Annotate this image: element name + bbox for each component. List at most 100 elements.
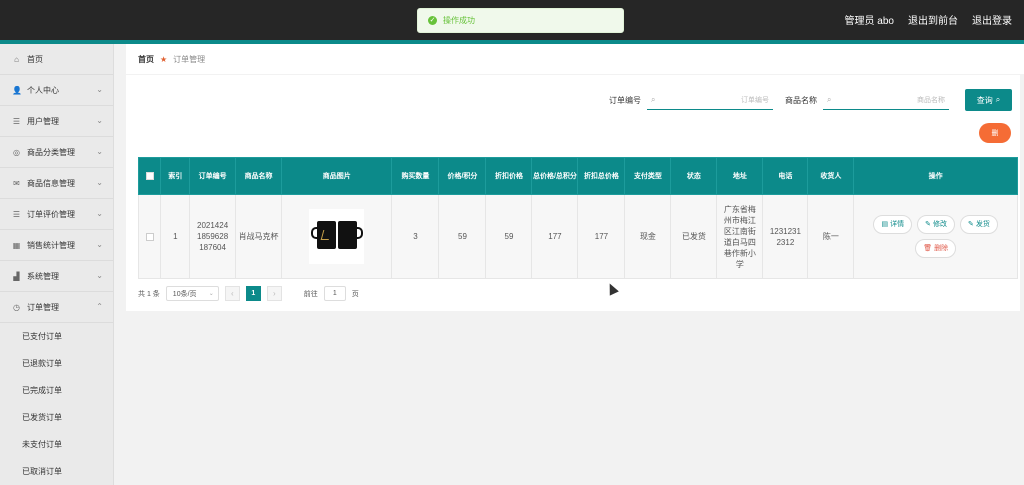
edit-button[interactable]: ✎ 修改 xyxy=(917,215,955,234)
cell-index: 1 xyxy=(160,194,191,279)
chevron-up-icon: ⌃ xyxy=(96,302,103,311)
search-row: 订单编号 ⌕ 订单编号 商品名称 ⌕ 商品名称 查询 ⌕ xyxy=(603,89,1012,111)
column-header: 收货人 xyxy=(807,157,855,195)
orders-table: 索引 订单编号 商品名称 商品图片 购买数量 价格/积分 折扣价格 总价格/总积… xyxy=(137,157,1018,279)
column-header: 订单编号 xyxy=(189,157,237,195)
toast-text: 操作成功 xyxy=(443,16,475,25)
detail-icon: ▤ xyxy=(881,221,889,228)
logout-link[interactable]: 退出登录 xyxy=(972,12,1012,27)
batch-delete-button[interactable]: 删 xyxy=(979,123,1011,143)
goto-page-input[interactable]: 1 xyxy=(323,286,346,301)
column-header: 支付类型 xyxy=(624,157,672,195)
column-header: 状态 xyxy=(670,157,718,195)
goods-name-placeholder: 商品名称 xyxy=(917,96,945,104)
column-header: 价格/积分 xyxy=(438,157,487,195)
users-icon: ☰ xyxy=(12,116,21,126)
page-size-value: 10条/页 xyxy=(172,290,197,298)
edit-label: 修改 xyxy=(932,221,947,228)
page-size-select[interactable]: 10条/页 ⌄ xyxy=(165,286,219,301)
mug-shape xyxy=(338,221,364,249)
home-icon: ⌂ xyxy=(14,54,19,64)
back-to-front-link[interactable]: 退出到前台 xyxy=(908,12,958,27)
mail-icon: ✉ xyxy=(13,178,20,188)
edit-icon: ✎ xyxy=(925,221,931,228)
row-checkbox[interactable] xyxy=(145,232,154,241)
column-header: 电话 xyxy=(762,157,809,195)
sidebar-item-orders[interactable]: ◷ 订单管理 ⌃ xyxy=(0,292,113,323)
order-icon: ◷ xyxy=(13,302,20,312)
review-icon: ☰ xyxy=(12,209,21,219)
sidebar-item-label: 用户管理 xyxy=(27,116,59,126)
table-row: 1 2021424 1859628 187604 肖战马克杯 3 59 59 1… xyxy=(137,194,1018,279)
subitem-completed[interactable]: 已完成订单 xyxy=(0,377,113,404)
cell-discount-total: 177 xyxy=(577,194,626,279)
subitem-paid[interactable]: 已支付订单 xyxy=(0,323,113,350)
subitem-unpaid[interactable]: 未支付订单 xyxy=(0,431,113,458)
delete-label: 删除 xyxy=(934,245,949,252)
column-header: 地址 xyxy=(716,157,764,195)
cell-address: 广东省梅州市梅江区江南街道白马四巷作新小学 xyxy=(716,194,764,279)
cell-goods-name: 肖战马克杯 xyxy=(235,194,283,279)
chevron-down-icon: ⌄ xyxy=(96,178,103,187)
subitem-refunded[interactable]: 已退款订单 xyxy=(0,350,113,377)
cell-order-no: 2021424 1859628 187604 xyxy=(189,194,237,279)
order-no-input[interactable]: ⌕ 订单编号 xyxy=(647,90,773,110)
sidebar-item-users[interactable]: ☰ 用户管理 ⌄ xyxy=(0,106,113,137)
sidebar-item-stats[interactable]: ▦ 销售统计管理 ⌄ xyxy=(0,230,113,261)
sidebar-item-goods[interactable]: ✉ 商品信息管理 ⌄ xyxy=(0,168,113,199)
next-page-button[interactable]: › xyxy=(266,286,282,301)
column-header: 索引 xyxy=(160,157,191,195)
cell-receiver: 陈一 xyxy=(807,194,855,279)
user-icon: 👤 xyxy=(12,85,22,95)
star-icon: ★ xyxy=(160,54,168,64)
sidebar-item-label: 商品分类管理 xyxy=(27,147,75,157)
query-button[interactable]: 查询 ⌕ xyxy=(965,89,1012,111)
column-header: 折扣价格 xyxy=(485,157,533,195)
prev-page-button[interactable]: ‹ xyxy=(224,286,240,301)
search-icon: ⌕ xyxy=(827,95,832,104)
column-header: 操作 xyxy=(853,157,1018,195)
cell-discount-price: 59 xyxy=(485,194,533,279)
sidebar-item-category[interactable]: ◎ 商品分类管理 ⌄ xyxy=(0,137,113,168)
chevron-down-icon: ⌄ xyxy=(96,116,103,125)
sidebar-item-system[interactable]: ▟ 系统管理 ⌄ xyxy=(0,261,113,292)
sidebar-item-reviews[interactable]: ☰ 订单评价管理 ⌄ xyxy=(0,199,113,230)
search-icon: ⌕ xyxy=(995,95,1001,104)
page-number-current[interactable]: 1 xyxy=(245,286,261,301)
delete-button[interactable]: 🗑 删除 xyxy=(915,239,957,258)
sidebar-item-label: 系统管理 xyxy=(27,271,59,281)
cell-qty: 3 xyxy=(391,194,440,279)
check-icon: ✓ xyxy=(428,16,437,25)
chevron-down-icon: ⌄ xyxy=(96,271,103,280)
ship-label: 发货 xyxy=(975,221,990,228)
column-header: 总价格/总积分 xyxy=(531,157,579,195)
subitem-shipped[interactable]: 已发货订单 xyxy=(0,404,113,431)
breadcrumb-home[interactable]: 首页 xyxy=(138,54,154,65)
sidebar-item-label: 订单管理 xyxy=(27,302,59,312)
mug-product-image xyxy=(309,209,365,264)
page-suffix: 页 xyxy=(351,290,359,298)
top-nav: 管理员 abo 退出到前台 退出登录 xyxy=(845,12,1012,27)
goods-name-input[interactable]: ⌕ 商品名称 xyxy=(823,90,949,110)
select-all-cell[interactable] xyxy=(137,157,162,195)
sidebar-item-profile[interactable]: 👤 个人中心 ⌄ xyxy=(0,75,113,106)
subitem-cancelled[interactable]: 已取消订单 xyxy=(0,458,113,485)
table-header-row: 索引 订单编号 商品名称 商品图片 购买数量 价格/积分 折扣价格 总价格/总积… xyxy=(137,157,1018,195)
select-all-checkbox[interactable] xyxy=(145,172,154,180)
sidebar-item-home[interactable]: ⌂ 首页 xyxy=(0,44,113,75)
breadcrumb: 首页 ★ 订单管理 xyxy=(126,44,1024,74)
detail-button[interactable]: ▤ 详情 xyxy=(873,215,913,234)
ship-icon: ✎ xyxy=(967,221,974,228)
column-header: 商品图片 xyxy=(281,157,393,195)
sidebar: ⌂ 首页 👤 个人中心 ⌄ ☰ 用户管理 ⌄ ◎ 商品分类管理 ⌄ ✉ 商品信息… xyxy=(0,44,114,485)
stats-icon: ▦ xyxy=(12,240,21,250)
ship-button[interactable]: ✎ 发货 xyxy=(959,215,998,234)
column-header: 折扣总价格 xyxy=(577,157,626,195)
chevron-down-icon: ⌄ xyxy=(96,240,103,249)
cell-price: 59 xyxy=(438,194,487,279)
success-toast: ✓ 操作成功 xyxy=(417,8,624,33)
row-select-cell[interactable] xyxy=(137,194,162,279)
chevron-down-icon: ⌄ xyxy=(96,147,103,156)
chevron-down-icon: ⌄ xyxy=(96,209,103,218)
column-header: 购买数量 xyxy=(391,157,440,195)
